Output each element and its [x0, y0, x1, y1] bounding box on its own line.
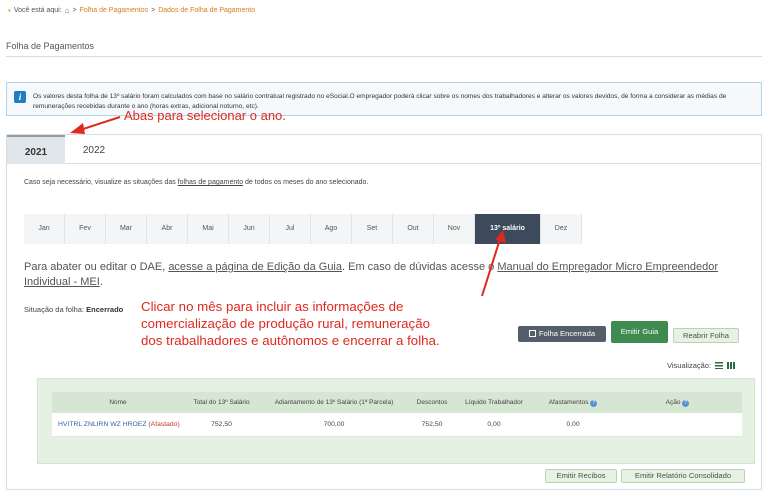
list-view-icon[interactable]: [715, 362, 724, 369]
cell-liquido: 0,00: [487, 421, 501, 428]
month-dez[interactable]: Dez: [541, 214, 582, 244]
month-jan[interactable]: Jan: [24, 214, 65, 244]
month-fev[interactable]: Fev: [65, 214, 106, 244]
year-tabs: 2021 2022: [7, 135, 761, 164]
worker-name[interactable]: HVITRL ZNLIRN WZ HROEZ: [58, 421, 147, 428]
month-tabs: Jan Fev Mar Abr Mai Jun Jul Ago Set Out …: [24, 214, 582, 244]
cell-total: 752,50: [211, 421, 232, 428]
col-adiantamento: Adiantamento de 13º Salário (1ª Parcela): [274, 399, 394, 406]
month-annotation-line: Clicar no mês para incluir as informaçõe…: [141, 299, 404, 314]
col-afastamentos: Afastamentos ?: [533, 399, 613, 407]
home-icon[interactable]: ⌂: [65, 6, 70, 15]
month-out[interactable]: Out: [393, 214, 434, 244]
grid-view-icon[interactable]: [727, 362, 736, 369]
month-annotation-line: dos trabalhadores e autônomos e encerrar…: [141, 333, 440, 348]
dae-pre: Para abater ou editar o DAE,: [24, 261, 169, 273]
dae-post: .: [99, 276, 103, 288]
help-text: Caso seja necessário, visualize as situa…: [24, 179, 178, 186]
month-annotation-line: comercialização de produção rural, remun…: [141, 316, 430, 331]
info-icon: i: [14, 91, 26, 103]
emitir-relatorio-button[interactable]: Emitir Relatório Consolidado: [621, 469, 745, 483]
col-acao: Ação ?: [613, 399, 742, 407]
month-set[interactable]: Set: [352, 214, 393, 244]
title-divider: [6, 56, 762, 57]
view-label: Visualização:: [667, 361, 712, 370]
month-nov[interactable]: Nov: [434, 214, 475, 244]
reabrir-folha-button[interactable]: Reabrir Folha: [673, 328, 739, 343]
dae-mid: . Em caso de dúvidas acesse o: [342, 261, 498, 273]
month-jul[interactable]: Jul: [270, 214, 311, 244]
status-value: Encerrado: [86, 305, 124, 314]
table-row: HVITRL ZNLIRN WZ HROEZ (Afastado) 752,50…: [52, 413, 742, 437]
cell-afastamentos: 0,00: [566, 421, 580, 428]
breadcrumb-dados-link[interactable]: Dados de Folha de Pagamento: [158, 7, 255, 14]
cell-descontos: 752,50: [421, 421, 443, 428]
folhas-link[interactable]: folhas de pagamento: [178, 179, 243, 186]
month-jun[interactable]: Jun: [229, 214, 270, 244]
month-mai[interactable]: Mai: [188, 214, 229, 244]
help-icon[interactable]: ?: [590, 399, 598, 407]
col-descontos: Descontos: [416, 399, 448, 406]
workers-table: Nome Total do 13º Salário Adiantamento d…: [52, 392, 742, 437]
arrow-to-tabs: [70, 116, 121, 134]
help-line: Caso seja necessário, visualize as situa…: [24, 179, 368, 186]
worker-name-link[interactable]: HVITRL ZNLIRN WZ HROEZ (Afastado): [52, 421, 184, 428]
bullet-icon: •: [8, 6, 11, 15]
emitir-recibos-button[interactable]: Emitir Recibos: [545, 469, 617, 483]
breadcrumb-folha-link[interactable]: Folha de Pagamentos: [80, 7, 149, 14]
tabs-annotation: Abas para selecionar o ano.: [124, 108, 286, 123]
afastamentos-label: Afastamentos: [548, 398, 589, 406]
table-header: Nome Total do 13º Salário Adiantamento d…: [52, 392, 742, 413]
col-total: Total do 13º Salário: [193, 399, 250, 406]
month-abr[interactable]: Abr: [147, 214, 188, 244]
col-nome: Nome: [109, 399, 127, 406]
emitir-guia-button[interactable]: Emitir Guia: [611, 321, 668, 343]
folha-encerrada-label: Folha Encerrada: [538, 329, 596, 338]
folha-encerrada-button[interactable]: Folha Encerrada: [518, 326, 606, 342]
month-13-salario[interactable]: 13º salário: [475, 214, 541, 244]
breadcrumb-separator: >: [72, 7, 77, 14]
status-label: Situação da folha:: [24, 305, 85, 314]
breadcrumb-separator: >: [151, 7, 156, 14]
tab-2021[interactable]: 2021: [7, 135, 65, 164]
month-annotation: Clicar no mês para incluir as informaçõe…: [141, 298, 489, 349]
tab-2022[interactable]: 2022: [65, 135, 123, 164]
col-liquido: Líquido Trabalhador: [465, 399, 523, 406]
dae-text: Para abater ou editar o DAE, acesse a pá…: [24, 260, 764, 290]
page-title: Folha de Pagamentos: [6, 41, 95, 51]
help-text-end: de todos os meses do ano selecionado.: [243, 179, 369, 186]
breadcrumb-prefix: Você está aqui:: [13, 7, 62, 14]
breadcrumb: • Você está aqui: ⌂ > Folha de Pagamento…: [8, 6, 255, 15]
help-icon[interactable]: ?: [682, 399, 690, 407]
month-ago[interactable]: Ago: [311, 214, 352, 244]
afastado-tag: (Afastado): [148, 421, 180, 428]
view-toggle: Visualização:: [667, 361, 736, 370]
cell-adiantamento: 700,00: [323, 421, 345, 428]
status-line: Situação da folha: Encerrado: [24, 305, 123, 314]
acao-label: Ação: [665, 398, 681, 406]
month-mar[interactable]: Mar: [106, 214, 147, 244]
edicao-guia-link[interactable]: acesse a página de Edição da Guia: [168, 261, 342, 273]
workers-table-box: Nome Total do 13º Salário Adiantamento d…: [37, 378, 755, 464]
lock-icon: [528, 330, 536, 337]
info-box: i Os valores desta folha de 13º salário …: [6, 82, 762, 116]
